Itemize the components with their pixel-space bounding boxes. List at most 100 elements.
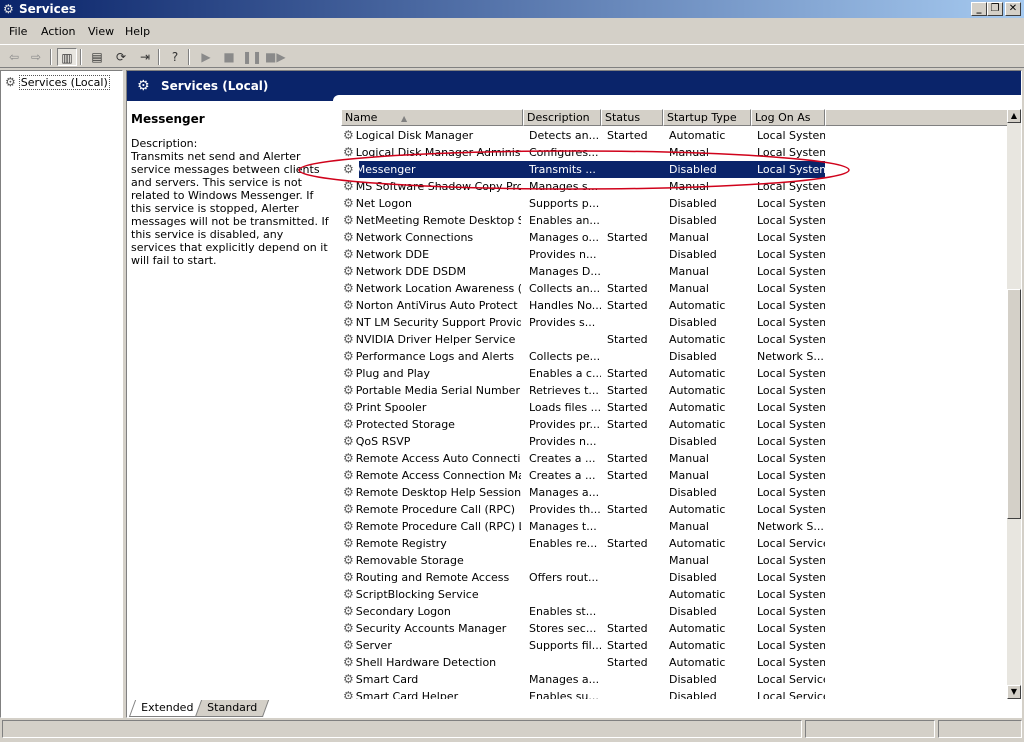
status-panel-main [2, 720, 802, 738]
service-row[interactable]: ⚙ Secondary Logon Enables st... Disabled Loc… [341, 603, 1009, 620]
export-list-icon[interactable]: ⇥ [135, 48, 155, 66]
service-row[interactable]: ⚙ Smart Card Manages a... Disabled Local Ser… [341, 671, 1009, 688]
service-row[interactable]: ⚙ Net Logon Supports p... Disabled Local Sys… [341, 195, 1009, 212]
service-name-cell-text: Net Logon [355, 197, 412, 210]
service-row[interactable]: ⚙ Plug and Play Enables a c... Started Autom… [341, 365, 1009, 382]
service-row[interactable]: ⚙ MS Software Shadow Copy Pro... Manages s… [341, 178, 1009, 195]
service-name-cell-text: Security Accounts Manager [355, 622, 507, 635]
service-row[interactable]: ⚙ Messenger Transmits ... Disabled Local Sys… [341, 161, 1009, 178]
back-arrow-icon[interactable]: ⇦ [4, 48, 24, 66]
vertical-scrollbar[interactable]: ▲ ▼ [1007, 109, 1021, 699]
column-header-description[interactable]: Description [523, 109, 601, 126]
service-name-cell-text: Remote Procedure Call (RPC) [355, 503, 516, 516]
service-row[interactable]: ⚙ ScriptBlocking Service Automatic Local Sy… [341, 586, 1009, 603]
service-startup-type-cell: Automatic [669, 331, 751, 348]
service-row[interactable]: ⚙ Remote Access Auto Connectio... Creates … [341, 450, 1009, 467]
service-row[interactable]: ⚙ Network Location Awareness (... Collects… [341, 280, 1009, 297]
service-startup-type-cell: Disabled [669, 433, 751, 450]
toolbar: ⇦ ⇨ ▥ ▤ ⟳ ⇥ ? ▶ ■ ❚❚ ■▶ [0, 44, 1024, 68]
column-header-name-label: Name [345, 111, 378, 124]
scroll-down-button[interactable]: ▼ [1007, 685, 1021, 699]
forward-arrow-icon[interactable]: ⇨ [26, 48, 46, 66]
service-row[interactable]: ⚙ Remote Procedure Call (RPC) Provides th.… [341, 501, 1009, 518]
service-startup-type-cell: Disabled [669, 212, 751, 229]
service-startup-type-cell: Disabled [669, 161, 751, 178]
service-startup-type-cell: Disabled [669, 484, 751, 501]
tab-extended[interactable]: Extended [128, 700, 206, 717]
column-header-status[interactable]: Status [601, 109, 663, 126]
service-row[interactable]: ⚙ Security Accounts Manager Stores sec... S… [341, 620, 1009, 637]
start-service-icon[interactable]: ▶ [196, 48, 216, 66]
service-row[interactable]: ⚙ NVIDIA Driver Helper Service Started Auto… [341, 331, 1009, 348]
service-row[interactable]: ⚙ Network DDE DSDM Manages D... Manual Local… [341, 263, 1009, 280]
column-header-log-on-as[interactable]: Log On As [751, 109, 825, 126]
service-row[interactable]: ⚙ NetMeeting Remote Desktop S... Enables a… [341, 212, 1009, 229]
service-description-cell-text: Enables a c... [529, 367, 601, 380]
service-row[interactable]: ⚙ Removable Storage Manual Local System [341, 552, 1009, 569]
services-pane: ⚙ Services (Local) Messenger Description… [126, 70, 1022, 718]
service-gear-icon: ⚙ [343, 689, 354, 699]
service-log-on-as-cell: Local System [757, 144, 825, 161]
stop-service-icon[interactable]: ■ [219, 48, 239, 66]
service-startup-type-cell-text: Disabled [669, 605, 717, 618]
service-row[interactable]: ⚙ Norton AntiVirus Auto Protect ... Handle… [341, 297, 1009, 314]
service-name-cell-text: Removable Storage [355, 554, 464, 567]
service-description-cell-text: Manages t... [529, 520, 597, 533]
restart-service-icon[interactable]: ■▶ [265, 48, 286, 66]
column-header-startup-type[interactable]: Startup Type [663, 109, 751, 126]
column-header-name[interactable]: Name ▲ [341, 109, 523, 126]
service-row[interactable]: ⚙ Portable Media Serial Number Retrieves t… [341, 382, 1009, 399]
tab-standard[interactable]: Standard [194, 700, 270, 717]
service-status-cell: Started [607, 399, 665, 416]
service-row[interactable]: ⚙ Performance Logs and Alerts Collects pe.… [341, 348, 1009, 365]
service-name-cell-text: Performance Logs and Alerts [355, 350, 514, 363]
scroll-thumb[interactable] [1007, 289, 1021, 519]
service-row[interactable]: ⚙ Server Supports fil... Started Automatic Lo… [341, 637, 1009, 654]
minimize-button[interactable]: _ [971, 2, 987, 16]
service-startup-type-cell: Disabled [669, 314, 751, 331]
service-status-cell: Started [607, 331, 665, 348]
help-icon[interactable]: ? [165, 48, 185, 66]
service-row[interactable]: ⚙ QoS RSVP Provides n... Disabled Local Syst… [341, 433, 1009, 450]
service-row[interactable]: ⚙ Network DDE Provides n... Disabled Local S… [341, 246, 1009, 263]
service-row[interactable]: ⚙ Protected Storage Provides pr... Started A… [341, 416, 1009, 433]
service-startup-type-cell: Disabled [669, 671, 751, 688]
service-row[interactable]: ⚙ Logical Disk Manager Detects an... Starte… [341, 127, 1009, 144]
menu-file[interactable]: File [9, 25, 27, 39]
service-startup-type-cell: Disabled [669, 195, 751, 212]
menu-action[interactable]: Action [41, 25, 75, 39]
service-row[interactable]: ⚙ Remote Desktop Help Session ... Manages … [341, 484, 1009, 501]
pause-service-icon[interactable]: ❚❚ [242, 48, 262, 66]
show-hide-tree-icon[interactable]: ▥ [57, 48, 77, 66]
service-row[interactable]: ⚙ Logical Disk Manager Administr... Config… [341, 144, 1009, 161]
service-row[interactable]: ⚙ Remote Registry Enables re... Started Auto… [341, 535, 1009, 552]
service-startup-type-cell-text: Automatic [669, 656, 726, 669]
service-name-cell-text: Logical Disk Manager Administr... [355, 146, 521, 159]
service-row[interactable]: ⚙ Remote Access Connection Ma... Creates a… [341, 467, 1009, 484]
scroll-up-button[interactable]: ▲ [1007, 109, 1021, 123]
properties-icon[interactable]: ▤ [87, 48, 107, 66]
service-log-on-as-cell-text: Local System [757, 452, 825, 465]
service-status-cell-text: Started [607, 401, 648, 414]
service-name-cell: ⚙ Smart Card [343, 671, 521, 688]
service-description-cell: Provides pr... [529, 416, 601, 433]
maximize-button[interactable]: ❐ [987, 2, 1003, 16]
service-row[interactable]: ⚙ Network Connections Manages o... Started M… [341, 229, 1009, 246]
close-button[interactable]: ✕ [1005, 2, 1021, 16]
menu-view[interactable]: View [88, 25, 114, 39]
service-description-cell: Provides n... [529, 433, 601, 450]
service-description-cell: Loads files ... [529, 399, 601, 416]
service-row[interactable]: ⚙ NT LM Security Support Provider Provides… [341, 314, 1009, 331]
refresh-icon[interactable]: ⟳ [111, 48, 131, 66]
service-row[interactable]: ⚙ Routing and Remote Access Offers rout...… [341, 569, 1009, 586]
menu-help[interactable]: Help [125, 25, 150, 39]
service-row[interactable]: ⚙ Shell Hardware Detection Started Automati… [341, 654, 1009, 671]
service-description-cell-text: Enables st... [529, 605, 597, 618]
service-startup-type-cell: Automatic [669, 654, 751, 671]
description-text: Transmits net send and Alerter service m… [131, 150, 329, 267]
service-row[interactable]: ⚙ Smart Card Helper Enables su... Disabled L… [341, 688, 1009, 699]
tree-item-services-local[interactable]: ⚙ Services (Local) [5, 74, 110, 91]
service-row[interactable]: ⚙ Remote Procedure Call (RPC) L... Manages… [341, 518, 1009, 535]
service-name-cell: ⚙ Protected Storage [343, 416, 521, 433]
service-row[interactable]: ⚙ Print Spooler Loads files ... Started Auto… [341, 399, 1009, 416]
